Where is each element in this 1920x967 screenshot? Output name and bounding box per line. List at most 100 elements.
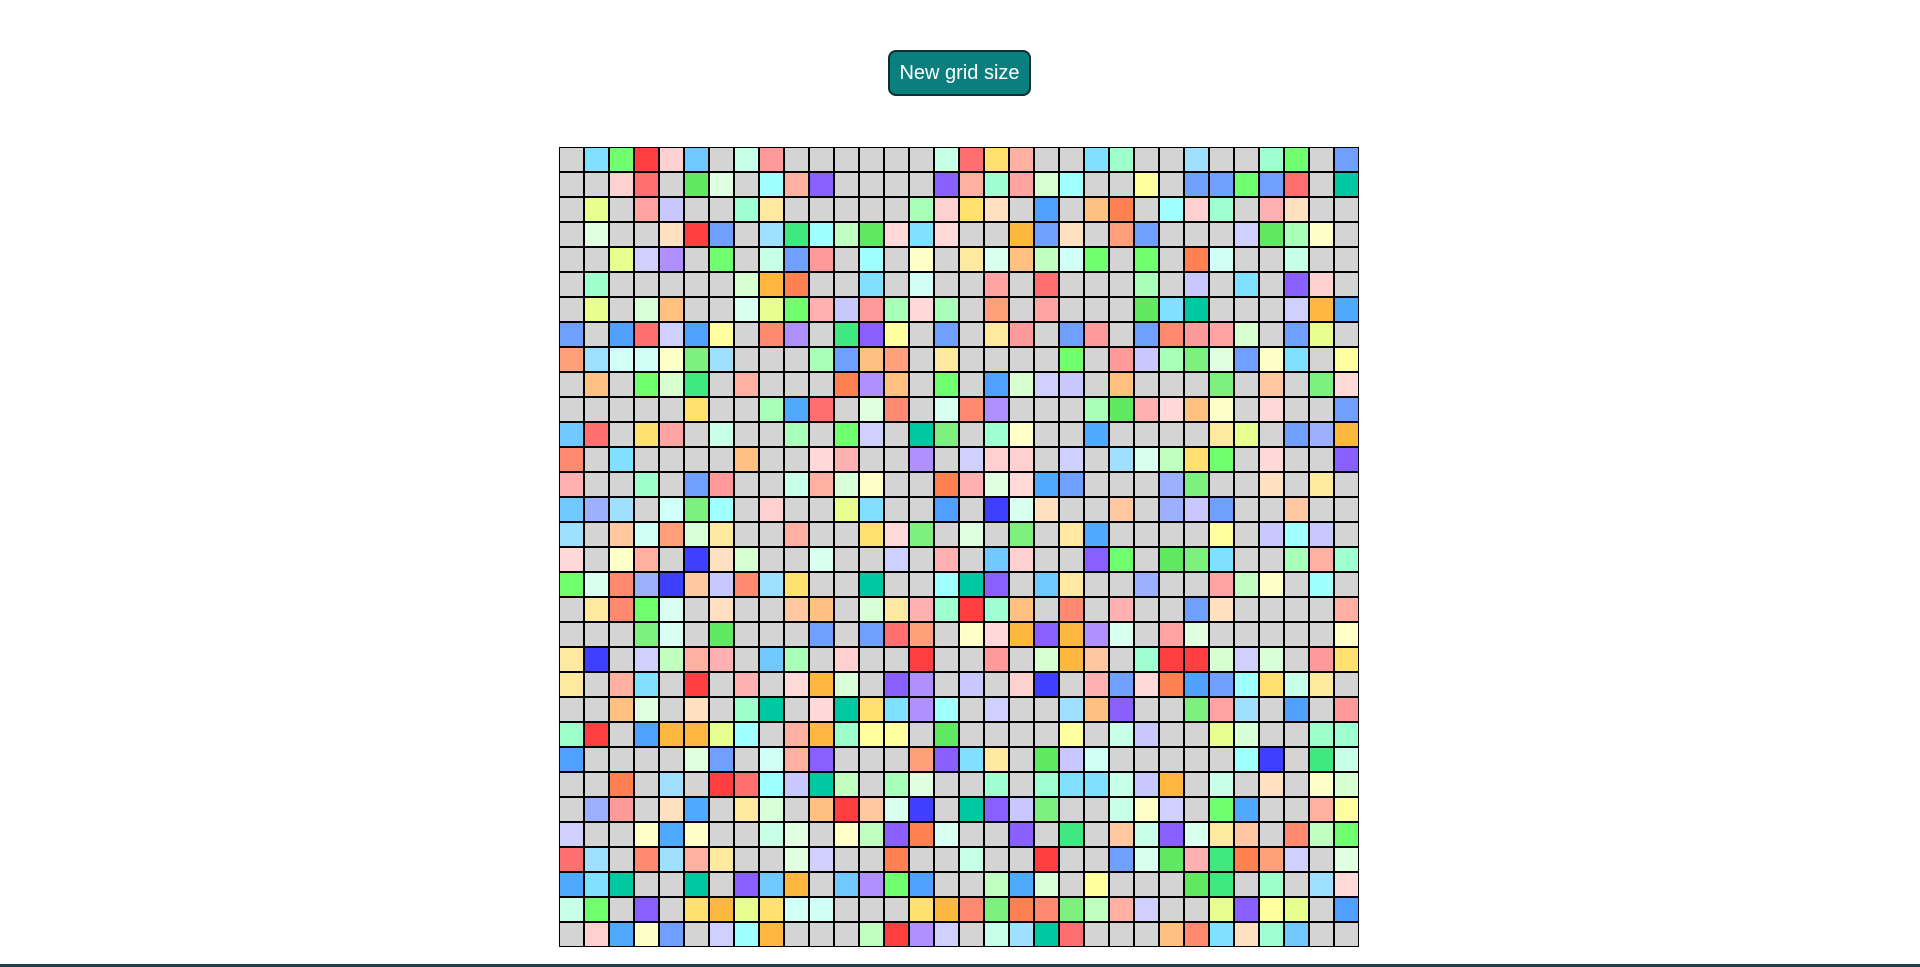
grid-cell[interactable] — [759, 422, 784, 447]
grid-cell[interactable] — [1159, 397, 1184, 422]
grid-cell[interactable] — [709, 572, 734, 597]
grid-cell[interactable] — [1184, 147, 1209, 172]
grid-cell[interactable] — [1009, 872, 1034, 897]
grid-cell[interactable] — [1034, 472, 1059, 497]
grid-cell[interactable] — [1084, 747, 1109, 772]
grid-cell[interactable] — [1284, 847, 1309, 872]
grid-cell[interactable] — [1009, 172, 1034, 197]
grid-cell[interactable] — [559, 472, 584, 497]
grid-cell[interactable] — [1309, 397, 1334, 422]
grid-cell[interactable] — [784, 147, 809, 172]
grid-cell[interactable] — [934, 822, 959, 847]
grid-cell[interactable] — [1034, 897, 1059, 922]
grid-cell[interactable] — [1059, 572, 1084, 597]
grid-cell[interactable] — [1134, 372, 1159, 397]
grid-cell[interactable] — [1284, 322, 1309, 347]
grid-cell[interactable] — [834, 472, 859, 497]
grid-cell[interactable] — [884, 697, 909, 722]
grid-cell[interactable] — [1034, 497, 1059, 522]
grid-cell[interactable] — [634, 347, 659, 372]
grid-cell[interactable] — [1309, 247, 1334, 272]
grid-cell[interactable] — [1234, 722, 1259, 747]
grid-cell[interactable] — [684, 447, 709, 472]
grid-cell[interactable] — [909, 272, 934, 297]
grid-cell[interactable] — [634, 847, 659, 872]
grid-cell[interactable] — [1134, 922, 1159, 947]
grid-cell[interactable] — [759, 922, 784, 947]
grid-cell[interactable] — [884, 672, 909, 697]
grid-cell[interactable] — [1109, 472, 1134, 497]
grid-cell[interactable] — [1109, 522, 1134, 547]
grid-cell[interactable] — [634, 197, 659, 222]
grid-cell[interactable] — [984, 322, 1009, 347]
grid-cell[interactable] — [759, 622, 784, 647]
grid-cell[interactable] — [859, 922, 884, 947]
grid-cell[interactable] — [709, 522, 734, 547]
grid-cell[interactable] — [934, 147, 959, 172]
grid-cell[interactable] — [784, 647, 809, 672]
grid-cell[interactable] — [1009, 197, 1034, 222]
grid-cell[interactable] — [784, 597, 809, 622]
grid-cell[interactable] — [709, 347, 734, 372]
grid-cell[interactable] — [634, 822, 659, 847]
grid-cell[interactable] — [584, 747, 609, 772]
grid-cell[interactable] — [584, 697, 609, 722]
grid-cell[interactable] — [1259, 397, 1284, 422]
grid-cell[interactable] — [759, 747, 784, 772]
grid-cell[interactable] — [559, 397, 584, 422]
grid-cell[interactable] — [1084, 222, 1109, 247]
grid-cell[interactable] — [884, 397, 909, 422]
grid-cell[interactable] — [659, 422, 684, 447]
grid-cell[interactable] — [1109, 647, 1134, 672]
grid-cell[interactable] — [1034, 672, 1059, 697]
grid-cell[interactable] — [984, 897, 1009, 922]
grid-cell[interactable] — [709, 372, 734, 397]
grid-cell[interactable] — [1084, 597, 1109, 622]
grid-cell[interactable] — [1259, 872, 1284, 897]
grid-cell[interactable] — [1034, 922, 1059, 947]
grid-cell[interactable] — [984, 472, 1009, 497]
grid-cell[interactable] — [1134, 722, 1159, 747]
grid-cell[interactable] — [1334, 572, 1359, 597]
grid-cell[interactable] — [934, 772, 959, 797]
grid-cell[interactable] — [1109, 797, 1134, 822]
grid-cell[interactable] — [1309, 897, 1334, 922]
grid-cell[interactable] — [934, 597, 959, 622]
grid-cell[interactable] — [1109, 322, 1134, 347]
grid-cell[interactable] — [859, 897, 884, 922]
grid-cell[interactable] — [1134, 247, 1159, 272]
grid-cell[interactable] — [659, 347, 684, 372]
grid-cell[interactable] — [809, 722, 834, 747]
grid-cell[interactable] — [659, 447, 684, 472]
grid-cell[interactable] — [1334, 272, 1359, 297]
grid-cell[interactable] — [809, 572, 834, 597]
grid-cell[interactable] — [634, 897, 659, 922]
grid-cell[interactable] — [1059, 897, 1084, 922]
grid-cell[interactable] — [984, 297, 1009, 322]
grid-cell[interactable] — [684, 872, 709, 897]
grid-cell[interactable] — [559, 322, 584, 347]
grid-cell[interactable] — [1059, 697, 1084, 722]
grid-cell[interactable] — [634, 747, 659, 772]
grid-cell[interactable] — [1284, 472, 1309, 497]
grid-cell[interactable] — [759, 697, 784, 722]
grid-cell[interactable] — [1084, 197, 1109, 222]
grid-cell[interactable] — [959, 872, 984, 897]
grid-cell[interactable] — [934, 347, 959, 372]
grid-cell[interactable] — [934, 197, 959, 222]
grid-cell[interactable] — [1109, 922, 1134, 947]
grid-cell[interactable] — [634, 397, 659, 422]
grid-cell[interactable] — [984, 772, 1009, 797]
grid-cell[interactable] — [1009, 472, 1034, 497]
grid-cell[interactable] — [1109, 747, 1134, 772]
grid-cell[interactable] — [1284, 522, 1309, 547]
grid-cell[interactable] — [959, 322, 984, 347]
grid-cell[interactable] — [834, 372, 859, 397]
grid-cell[interactable] — [1259, 472, 1284, 497]
grid-cell[interactable] — [784, 447, 809, 472]
grid-cell[interactable] — [609, 247, 634, 272]
grid-cell[interactable] — [584, 572, 609, 597]
grid-cell[interactable] — [1259, 847, 1284, 872]
grid-cell[interactable] — [909, 822, 934, 847]
grid-cell[interactable] — [709, 647, 734, 672]
